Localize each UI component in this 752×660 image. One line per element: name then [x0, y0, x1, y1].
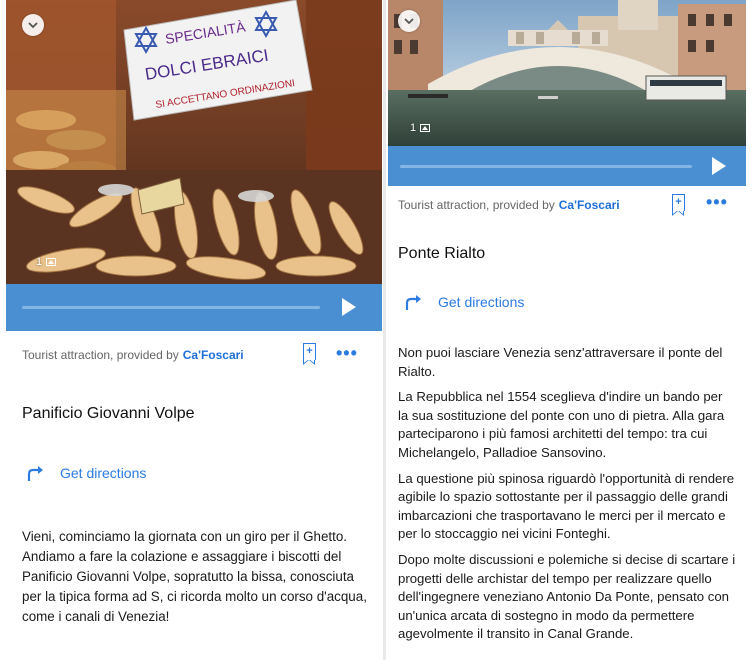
photo-count-number: 1 — [410, 122, 417, 134]
panel-divider — [383, 0, 386, 660]
photo-icon — [420, 124, 431, 132]
poi-photo[interactable]: 1 — [388, 0, 746, 146]
poi-title: Panificio Giovanni Volpe — [22, 405, 195, 422]
chevron-down-icon — [28, 21, 38, 28]
provider-row: Tourist attraction, provided by Ca'Fosca… — [388, 186, 746, 224]
description-paragraph: La Repubblica nel 1554 sceglieva d'indir… — [398, 389, 725, 460]
poi-photo[interactable]: SPECIALITÀ DOLCI EBRAICI SI ACCETTANO OR… — [6, 0, 382, 284]
directions-arrow-icon — [27, 466, 43, 481]
get-directions-button[interactable]: Get directions — [6, 455, 382, 491]
photo-count[interactable]: 1 — [410, 122, 431, 134]
get-directions-button[interactable]: Get directions — [388, 286, 746, 318]
collapse-button[interactable] — [22, 14, 44, 36]
rialto-bridge-photo — [388, 0, 746, 146]
chevron-down-icon — [404, 17, 414, 24]
audio-player — [388, 146, 746, 186]
photo-count-number: 1 — [36, 256, 43, 268]
description-paragraph: Dopo molte discussioni e polemiche si de… — [398, 551, 736, 642]
poi-card-panificio: SPECIALITÀ DOLCI EBRAICI SI ACCETTANO OR… — [6, 0, 382, 660]
provider-link[interactable]: Ca'Foscari — [183, 348, 244, 362]
audio-player — [6, 284, 382, 331]
poi-title: Ponte Rialto — [398, 245, 486, 262]
play-icon[interactable] — [712, 157, 726, 175]
provider-row: Tourist attraction, provided by Ca'Fosca… — [6, 331, 382, 379]
more-icon[interactable]: ••• — [706, 192, 728, 213]
collapse-button[interactable] — [398, 10, 420, 32]
description-paragraph: Non puoi lasciare Venezia senz'attravers… — [398, 345, 723, 379]
get-directions-label: Get directions — [438, 294, 525, 310]
poi-description: Vieni, cominciamo la giornata con un gir… — [6, 491, 382, 627]
more-icon[interactable]: ••• — [336, 343, 358, 364]
description-paragraph: La questione più spinosa riguardò l'oppo… — [398, 470, 735, 542]
get-directions-label: Get directions — [60, 465, 147, 481]
bookmark-add-icon[interactable]: + — [302, 343, 316, 365]
photo-count[interactable]: 1 — [36, 256, 57, 268]
provider-link[interactable]: Ca'Foscari — [559, 198, 620, 212]
description-paragraph: Vieni, cominciamo la giornata con un gir… — [22, 529, 367, 624]
directions-arrow-icon — [405, 295, 421, 310]
poi-description: Non puoi lasciare Venezia senz'attravers… — [388, 318, 746, 644]
poi-card-rialto: 1 Tourist attraction, provided by Ca'Fos… — [388, 0, 746, 660]
play-icon[interactable] — [342, 298, 356, 316]
audio-progress-track[interactable] — [22, 306, 320, 309]
provider-prefix: Tourist attraction, provided by — [398, 198, 555, 212]
provider-prefix: Tourist attraction, provided by — [22, 348, 179, 362]
audio-progress-track[interactable] — [400, 165, 692, 168]
bookmark-add-icon[interactable]: + — [671, 194, 685, 216]
photo-icon — [46, 258, 57, 266]
bakery-photo: SPECIALITÀ DOLCI EBRAICI SI ACCETTANO OR… — [6, 0, 382, 284]
